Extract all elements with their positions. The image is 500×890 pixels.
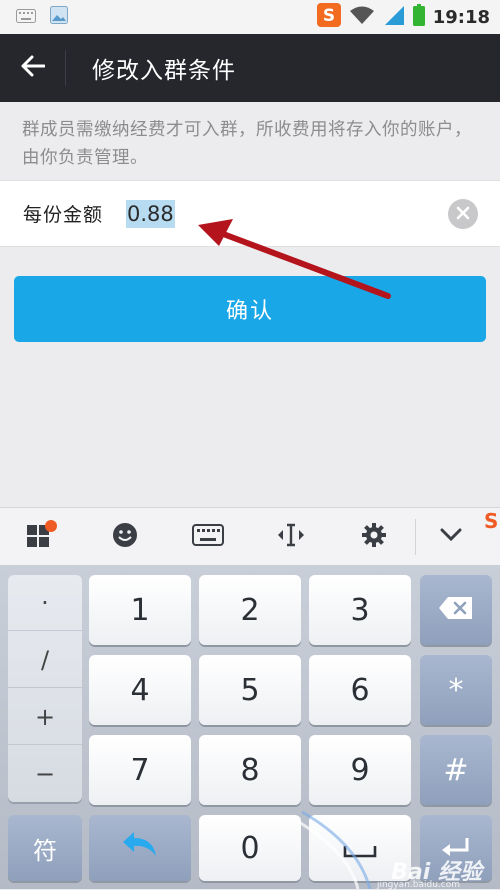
key-8[interactable]: 8 bbox=[199, 735, 301, 805]
back-arrow-icon bbox=[21, 55, 45, 81]
return-key[interactable] bbox=[89, 815, 191, 881]
key-5[interactable]: 5 bbox=[199, 655, 301, 725]
amount-row: 每份金额 0.88 bbox=[0, 180, 500, 247]
sogou-icon: S bbox=[316, 3, 341, 31]
enter-key[interactable] bbox=[420, 815, 492, 881]
undo-arrow-icon bbox=[120, 830, 160, 866]
battery-icon bbox=[412, 4, 425, 30]
numeric-keyboard: · / + − 1 2 3 4 5 6 * 7 8 9 # 符 0 bbox=[0, 565, 500, 889]
emoji-button[interactable] bbox=[83, 508, 166, 566]
keyboard-switch-button[interactable] bbox=[166, 508, 249, 566]
svg-text:S: S bbox=[323, 6, 335, 26]
text-cursor-icon bbox=[276, 522, 306, 552]
status-bar: S 19:18 bbox=[0, 0, 500, 34]
sogou-logo-icon: S bbox=[480, 508, 500, 540]
key-minus[interactable]: − bbox=[8, 746, 82, 802]
keyboard-toolbar: S bbox=[0, 507, 500, 565]
key-dot[interactable]: · bbox=[8, 575, 82, 631]
apps-button[interactable] bbox=[0, 508, 83, 566]
keyboard-icon bbox=[16, 8, 36, 27]
key-9[interactable]: 9 bbox=[309, 735, 411, 805]
amount-input[interactable]: 0.88 bbox=[126, 199, 175, 228]
emoji-icon bbox=[112, 522, 138, 552]
key-7[interactable]: 7 bbox=[89, 735, 191, 805]
symbol-column: · / + − bbox=[8, 575, 82, 802]
svg-text:S: S bbox=[484, 509, 498, 533]
key-1[interactable]: 1 bbox=[89, 575, 191, 645]
backspace-key[interactable] bbox=[420, 575, 492, 645]
wifi-icon bbox=[349, 5, 375, 29]
gear-icon bbox=[361, 522, 387, 552]
image-icon bbox=[50, 6, 68, 28]
key-2[interactable]: 2 bbox=[199, 575, 301, 645]
clear-icon bbox=[456, 205, 470, 224]
key-4[interactable]: 4 bbox=[89, 655, 191, 725]
settings-button[interactable] bbox=[332, 508, 415, 566]
clear-input-button[interactable] bbox=[448, 199, 478, 229]
page-title: 修改入群条件 bbox=[92, 58, 236, 84]
key-asterisk[interactable]: * bbox=[420, 655, 492, 725]
keyboard-icon bbox=[191, 523, 224, 550]
key-0[interactable]: 0 bbox=[199, 815, 301, 881]
confirm-button[interactable]: 确认 bbox=[14, 276, 486, 342]
apps-grid-icon bbox=[25, 519, 59, 555]
key-3[interactable]: 3 bbox=[309, 575, 411, 645]
backspace-icon bbox=[438, 593, 474, 628]
title-bar: 修改入群条件 bbox=[0, 34, 500, 102]
space-key[interactable] bbox=[309, 815, 411, 881]
key-6[interactable]: 6 bbox=[309, 655, 411, 725]
symbol-switch-key[interactable]: 符 bbox=[8, 815, 82, 881]
cursor-button[interactable] bbox=[249, 508, 332, 566]
chevron-down-icon bbox=[440, 527, 462, 546]
amount-label: 每份金额 bbox=[23, 204, 104, 226]
enter-icon bbox=[441, 831, 471, 866]
space-icon bbox=[343, 831, 377, 866]
key-hash[interactable]: # bbox=[420, 735, 492, 805]
signal-icon bbox=[383, 4, 405, 30]
fee-notice-text: 群成员需缴纳经费才可入群，所收费用将存入你的账户，由你负责管理。 bbox=[22, 120, 472, 168]
status-time: 19:18 bbox=[432, 6, 490, 28]
key-slash[interactable]: / bbox=[8, 632, 82, 688]
hide-keyboard-button[interactable] bbox=[416, 508, 486, 566]
back-button[interactable] bbox=[0, 50, 66, 86]
key-plus[interactable]: + bbox=[8, 689, 82, 745]
